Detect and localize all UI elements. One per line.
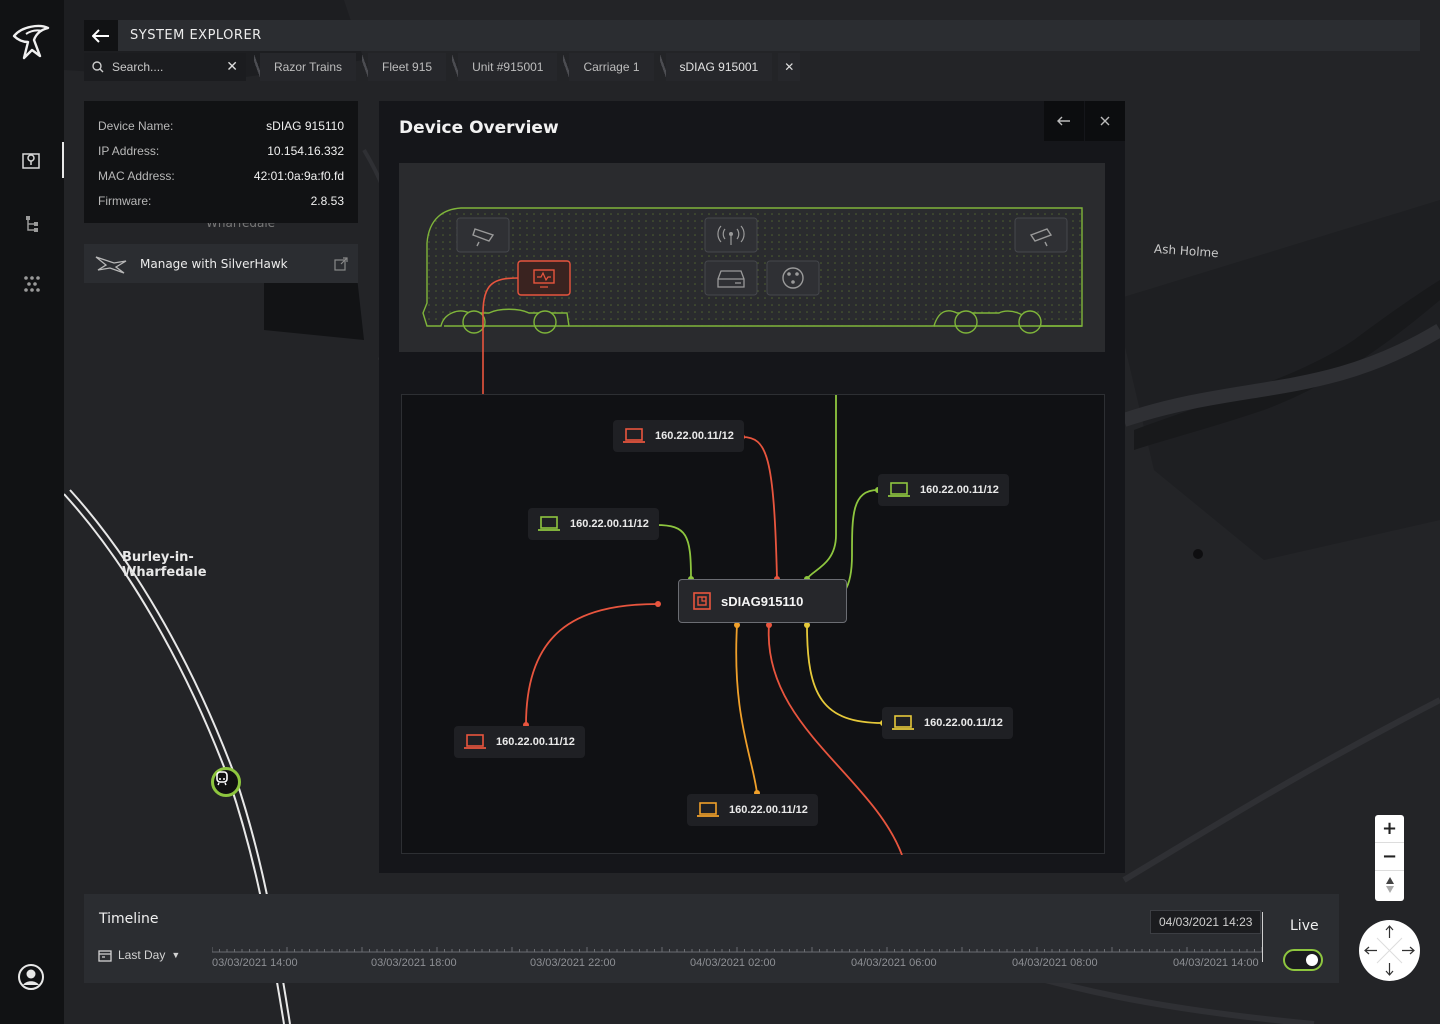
- live-label: Live: [1290, 918, 1319, 934]
- laptop-icon: [538, 516, 560, 531]
- network-node[interactable]: 160.22.00.11/12: [528, 508, 659, 540]
- breadcrumb-unit[interactable]: Unit #915001: [452, 53, 558, 81]
- back-button[interactable]: [84, 20, 118, 51]
- camera-icon[interactable]: [456, 217, 510, 253]
- tick-label: 04/03/2021 08:00: [1012, 957, 1098, 969]
- breadcrumb-fleet[interactable]: Fleet 915: [362, 53, 447, 81]
- current-time-marker[interactable]: [1262, 912, 1263, 962]
- network-node[interactable]: 160.22.00.11/12: [613, 420, 744, 452]
- arrow-left-icon: [1057, 116, 1070, 126]
- network-node[interactable]: 160.22.00.11/12: [878, 474, 1009, 506]
- pan-arrows-icon: [1364, 925, 1415, 976]
- clear-search-icon[interactable]: ✕: [226, 59, 238, 75]
- breadcrumb-carriage[interactable]: Carriage 1: [563, 53, 654, 81]
- close-breadcrumb-icon[interactable]: ✕: [778, 53, 801, 81]
- laptop-icon: [888, 482, 910, 497]
- user-icon[interactable]: [16, 962, 46, 992]
- app-title: SYSTEM EXPLORER: [130, 28, 262, 43]
- nav-map[interactable]: [0, 142, 64, 178]
- device-chip-icon: [693, 592, 711, 610]
- network-node[interactable]: 160.22.00.11/12: [454, 726, 585, 758]
- close-icon: [1100, 116, 1110, 126]
- arrow-left-icon: [92, 28, 109, 43]
- tick-label: 03/03/2021 18:00: [371, 957, 457, 969]
- panel-close-button[interactable]: [1085, 101, 1125, 141]
- hub-device[interactable]: sDIAG915110: [678, 579, 847, 623]
- timeline-bar: Timeline Last Day ▼ 03/03/2021 14:00 03/…: [84, 894, 1339, 983]
- tick-label: 03/03/2021 22:00: [530, 957, 616, 969]
- tick-label: 04/03/2021 14:00: [1173, 957, 1259, 969]
- search-box: ✕: [84, 53, 246, 81]
- timeline-title: Timeline: [99, 911, 159, 927]
- current-time-badge: 04/03/2021 14:23: [1150, 910, 1262, 934]
- antenna-icon[interactable]: [704, 217, 758, 253]
- search-icon: [92, 61, 104, 73]
- link-line: [482, 352, 484, 395]
- info-row-mac: MAC Address: 42:01:0a:9a:f0.fd: [98, 168, 344, 183]
- live-toggle[interactable]: [1283, 949, 1323, 971]
- manage-silverhawk-button[interactable]: Manage with SilverHawk: [84, 244, 358, 283]
- laptop-icon: [697, 802, 719, 817]
- train-icon: [216, 771, 228, 786]
- zoom-out-button[interactable]: −: [1375, 843, 1404, 871]
- panel-title: Device Overview: [399, 118, 559, 138]
- device-info-card: Device Name: sDIAG 915110 IP Address: 10.1…: [84, 101, 358, 223]
- top-bar: SYSTEM EXPLORER: [84, 20, 1420, 51]
- device-overview-panel: Device Overview 160.22.00.11/12 160.22.0…: [379, 101, 1125, 873]
- search-input[interactable]: [112, 60, 222, 74]
- hierarchy-icon: [26, 216, 38, 232]
- timeline-scrubber[interactable]: [212, 947, 1262, 953]
- nav-network[interactable]: [0, 266, 64, 302]
- network-dots-icon: [24, 276, 40, 292]
- zoom-controls: + −: [1375, 815, 1404, 901]
- breadcrumb-device[interactable]: sDIAG 915001: [659, 53, 773, 81]
- silverhawk-icon: [95, 255, 127, 274]
- laptop-icon: [892, 715, 914, 730]
- compass-needle-icon: [1385, 877, 1394, 893]
- manage-label: Manage with SilverHawk: [140, 256, 288, 271]
- breadcrumb: ✕ Razor Trains Fleet 915 Unit #915001 Ca…: [84, 53, 801, 81]
- panel-back-button[interactable]: [1044, 101, 1084, 141]
- station-marker[interactable]: [211, 767, 241, 797]
- carriage-diagram: [399, 163, 1105, 352]
- calendar-icon: [98, 949, 112, 962]
- sensor-icon[interactable]: [766, 260, 820, 296]
- laptop-icon: [464, 734, 486, 749]
- info-row-ip: IP Address: 10.154.16.332: [98, 143, 344, 158]
- storage-icon[interactable]: [704, 260, 758, 296]
- network-node[interactable]: 160.22.00.11/12: [882, 707, 1013, 739]
- caret-down-icon: ▼: [171, 950, 181, 960]
- range-dropdown[interactable]: Last Day ▼: [98, 948, 180, 962]
- tick-label: 04/03/2021 06:00: [851, 957, 937, 969]
- tick-label: 03/03/2021 14:00: [212, 957, 298, 969]
- tick-label: 04/03/2021 02:00: [690, 957, 776, 969]
- info-row-firmware: Firmware: 2.8.53: [98, 193, 344, 208]
- network-links: [523, 395, 903, 855]
- network-topology: 160.22.00.11/12 160.22.00.11/12 160.22.0…: [401, 394, 1105, 855]
- laptop-icon: [623, 428, 645, 443]
- info-row-device-name: Device Name: sDIAG 915110: [98, 118, 344, 133]
- logo-icon: [12, 24, 50, 60]
- map-label-burley: Burley-in- Wharfedale: [122, 550, 207, 580]
- camera-icon[interactable]: [1014, 217, 1068, 253]
- carriage-outline: [422, 207, 1083, 352]
- side-nav: [0, 0, 64, 1024]
- external-link-icon: [334, 256, 348, 271]
- zoom-in-button[interactable]: +: [1375, 815, 1404, 843]
- toggle-knob: [1306, 954, 1318, 966]
- map-pin-icon: [22, 153, 40, 169]
- monitor-icon[interactable]: [517, 260, 571, 296]
- pan-control[interactable]: [1359, 920, 1420, 981]
- reset-bearing-button[interactable]: [1375, 871, 1404, 899]
- nav-hierarchy[interactable]: [0, 206, 64, 242]
- breadcrumb-razor-trains[interactable]: Razor Trains: [253, 53, 357, 81]
- network-node[interactable]: 160.22.00.11/12: [687, 794, 818, 826]
